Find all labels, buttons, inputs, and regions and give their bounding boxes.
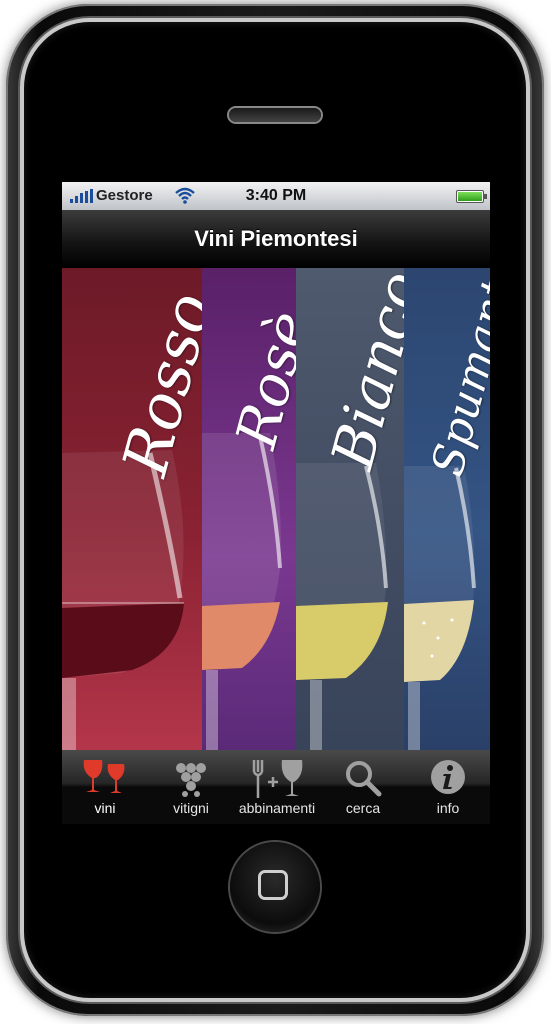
category-bianco-panel[interactable]: Bianco	[296, 268, 404, 750]
category-rose-panel[interactable]: Rosè	[202, 268, 296, 750]
earpiece-speaker	[229, 108, 321, 122]
tab-vini-label: vini	[94, 800, 116, 816]
tab-cerca[interactable]: cerca	[320, 750, 406, 824]
home-square-icon	[258, 870, 288, 900]
sparkling-wine-glass-icon	[404, 466, 476, 750]
home-button[interactable]	[230, 842, 320, 932]
category-rosso-panel[interactable]: Rosso	[62, 268, 202, 750]
tab-bar: vini vitigni abbinamenti cerca info	[62, 750, 490, 824]
wine-glasses-icon	[83, 760, 125, 793]
info-icon	[431, 760, 465, 794]
magnifier-icon	[346, 761, 382, 797]
wine-category-panels: Rosso Rosè Bianco Spumante	[62, 268, 490, 750]
red-wine-glass-icon	[62, 450, 184, 750]
tab-cerca-label: cerca	[345, 800, 381, 816]
status-time: 3:40 PM	[245, 187, 307, 204]
tab-vitigni-label: vitigni	[173, 800, 209, 816]
white-wine-glass-icon	[296, 463, 388, 750]
tab-vitigni[interactable]: vitigni	[148, 750, 234, 824]
status-bar: Gestore 3:40 PM	[62, 182, 490, 210]
tab-vini[interactable]: vini	[62, 750, 148, 824]
fork-plus-glass-icon	[252, 760, 303, 798]
rose-wine-glass-icon	[202, 433, 282, 750]
app-screen: Gestore 3:40 PM Vini Piemontesi Rosso Ro…	[62, 182, 490, 824]
page-title: Vini Piemontesi	[194, 226, 358, 251]
tab-info-label: info	[436, 800, 460, 816]
tab-info[interactable]: info	[406, 750, 490, 824]
category-spumante-panel[interactable]: Spumante	[404, 268, 490, 750]
battery-icon	[456, 190, 487, 203]
grapes-icon	[176, 763, 206, 797]
tab-abbinamenti[interactable]: abbinamenti	[234, 750, 320, 824]
navigation-bar: Vini Piemontesi	[62, 210, 490, 269]
tab-abbinamenti-label: abbinamenti	[238, 800, 316, 816]
